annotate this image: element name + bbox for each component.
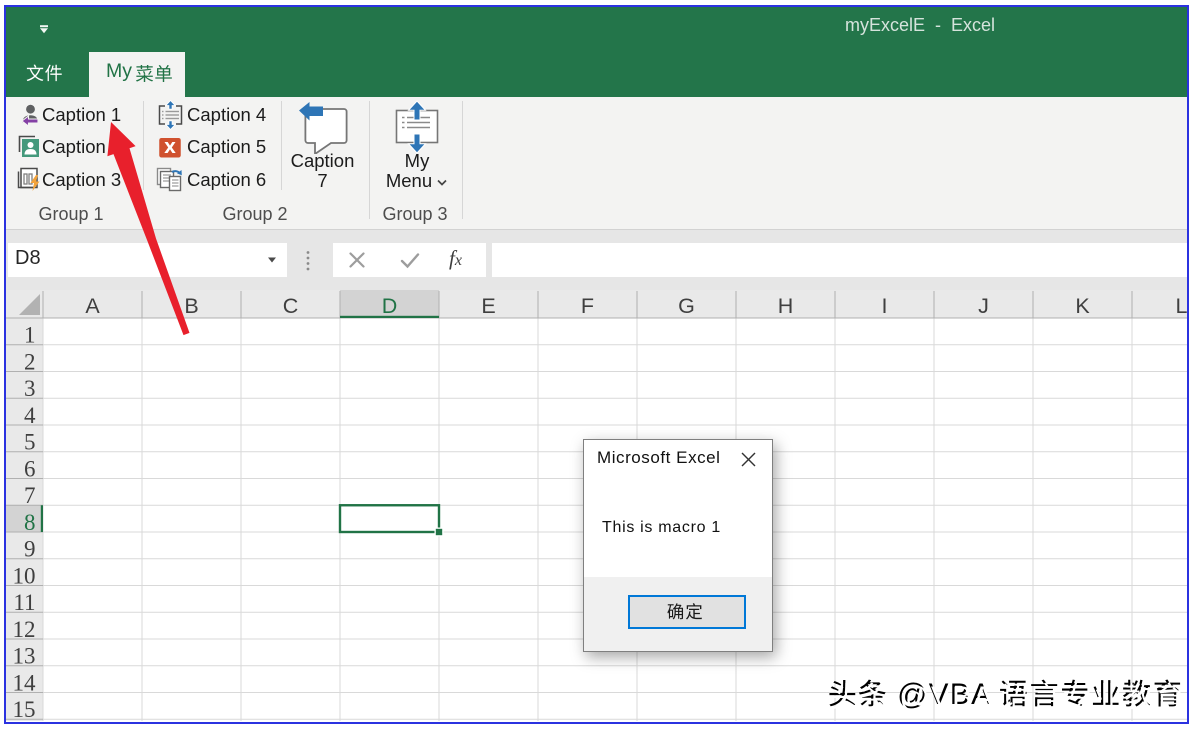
svg-text:@VBA: @VBA xyxy=(900,681,995,714)
